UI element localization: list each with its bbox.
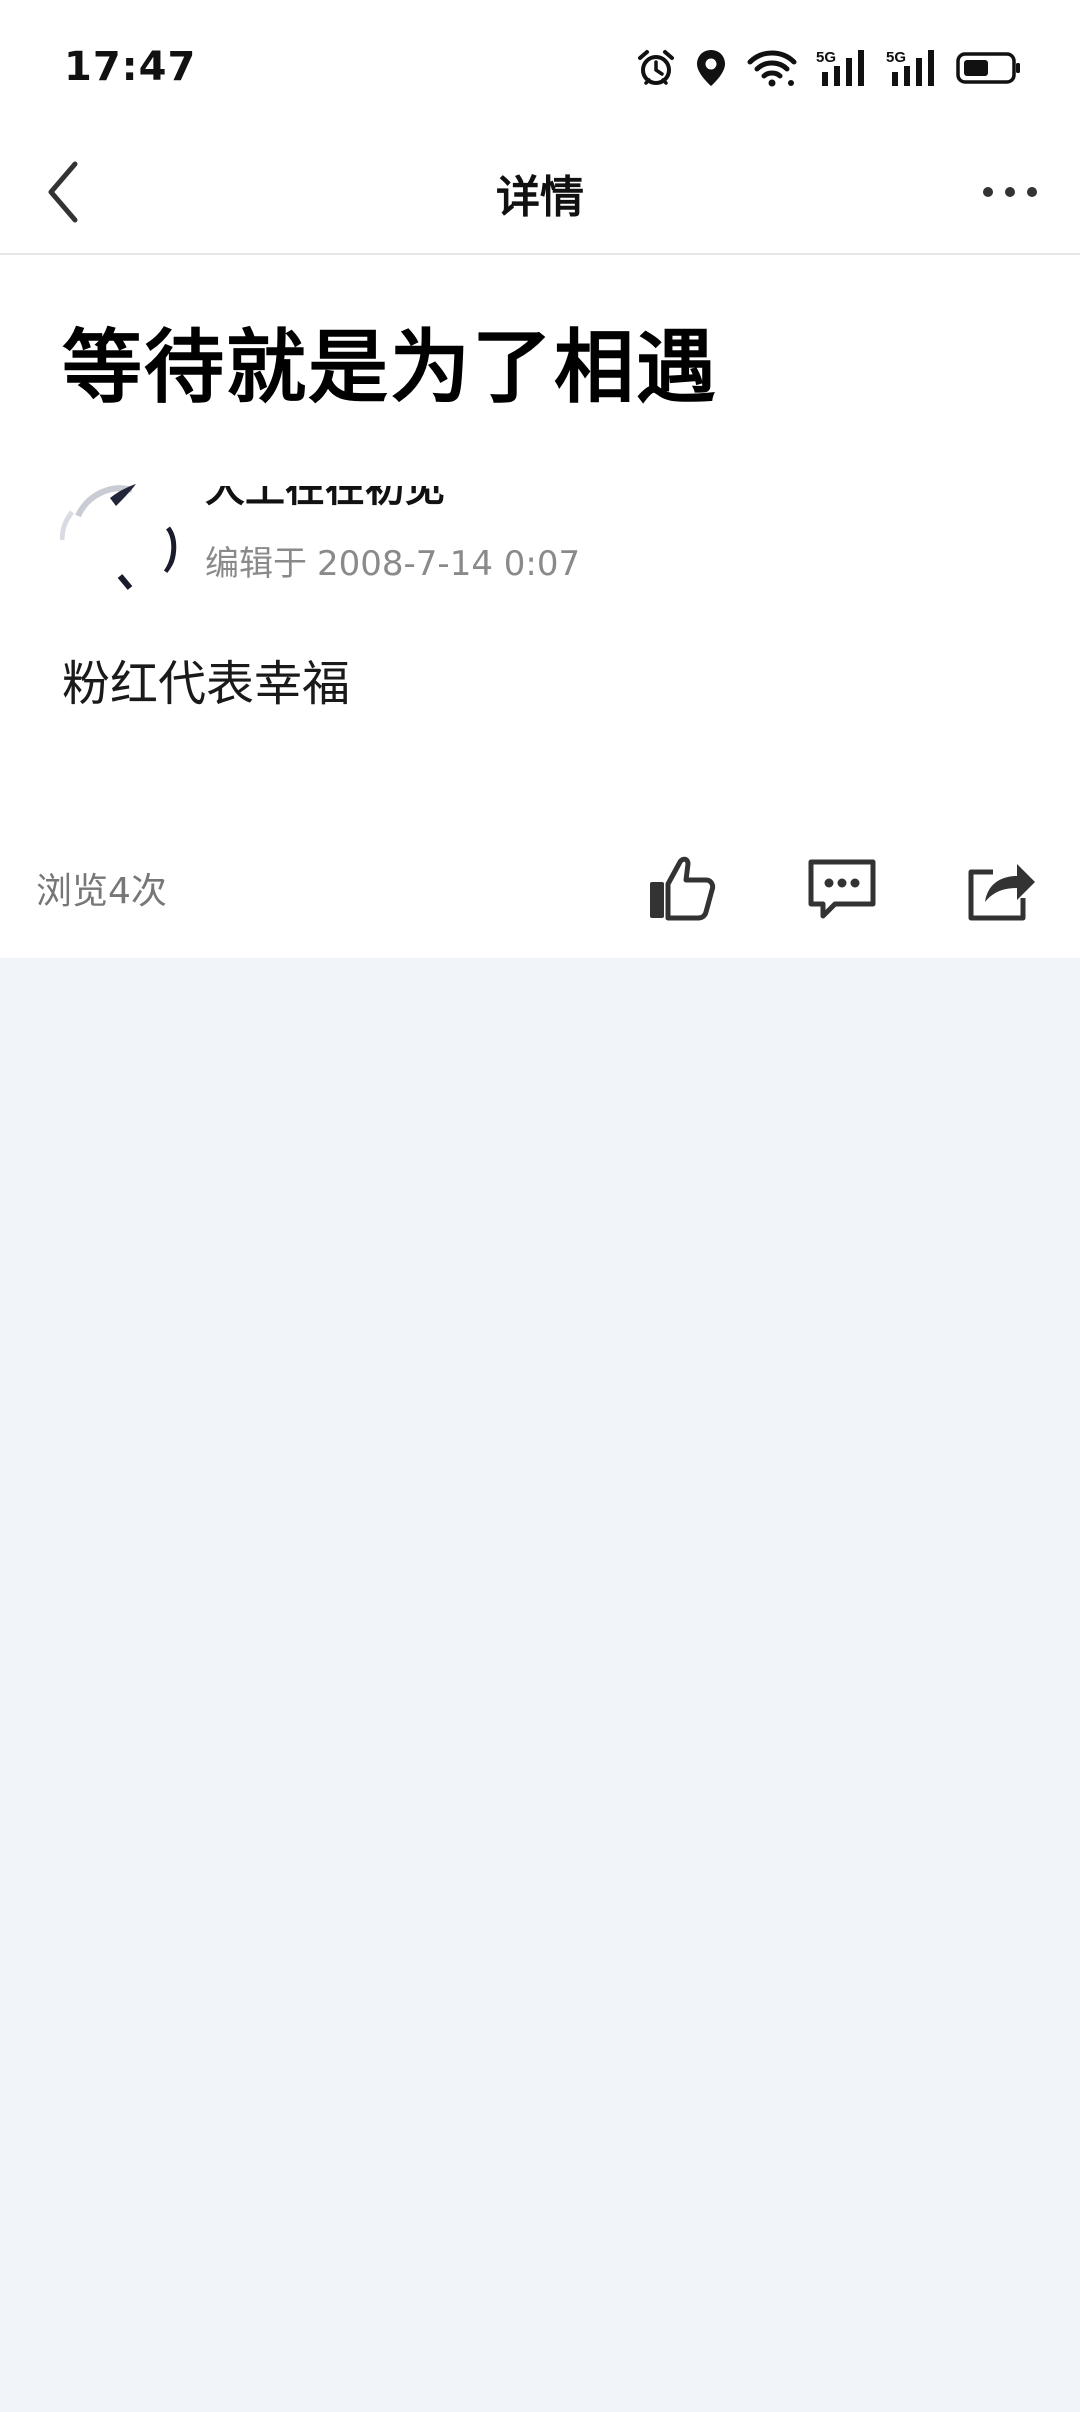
comment-icon [808, 859, 876, 919]
author-row: 大土在在初见 编辑于 2008-7-14 0:07 [60, 476, 1020, 596]
share-icon [968, 864, 1035, 921]
alarm-icon [636, 48, 676, 88]
wifi-icon [746, 48, 798, 88]
comment-button[interactable] [797, 844, 887, 934]
more-icon [983, 187, 1037, 197]
avatar-image [60, 484, 177, 590]
author-name-text: 大土在在初见 [205, 486, 445, 511]
avatar[interactable] [60, 476, 180, 596]
status-icons: 5G 5G [636, 44, 1022, 92]
edit-info: 编辑于 2008-7-14 0:07 [205, 536, 580, 585]
edit-time: 2008-7-14 0:07 [317, 544, 581, 584]
edit-prefix: 编辑于 [205, 544, 307, 584]
network-label: 5G [816, 49, 836, 66]
more-button[interactable] [960, 157, 1060, 227]
article-body: 粉红代表幸福 [62, 656, 351, 712]
status-bar: 17:47 5G 5G [0, 0, 1080, 135]
battery-icon [956, 48, 1022, 88]
signal-5g-icon: 5G [886, 48, 938, 88]
nav-bar: 详情 [0, 135, 1080, 255]
signal-5g-icon: 5G [816, 48, 868, 88]
article-title: 等待就是为了相遇 [62, 321, 718, 414]
page-title: 详情 [496, 172, 584, 223]
like-button[interactable] [636, 844, 726, 934]
share-button[interactable] [957, 844, 1047, 934]
status-time: 17:47 [64, 44, 197, 90]
action-bar: 浏览4次 [0, 832, 1080, 942]
thumbs-up-icon [650, 856, 716, 921]
author-name[interactable]: 大土在在初见 [205, 486, 445, 512]
page: 17:47 5G 5G 详情 等待就是为了相遇 大土在在初见 编辑于 2008-… [0, 0, 1080, 2412]
network-label: 5G [886, 49, 906, 66]
view-count: 浏览4次 [36, 871, 167, 912]
location-icon [694, 48, 728, 88]
